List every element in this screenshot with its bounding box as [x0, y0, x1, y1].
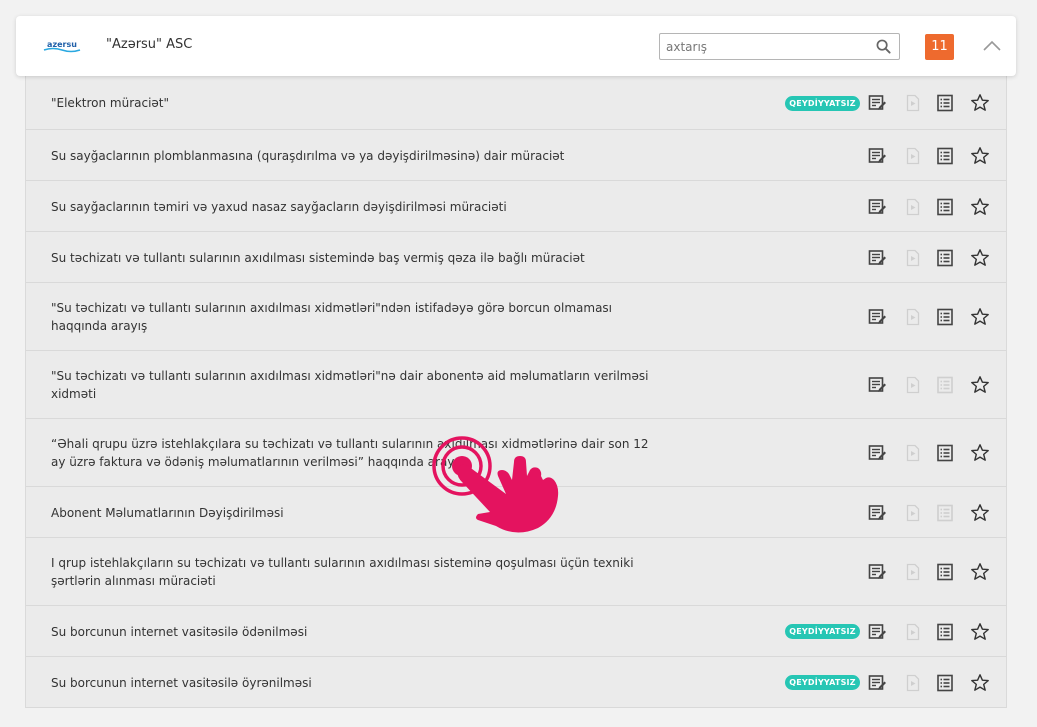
service-row[interactable]: Su sayğaclarının təmiri və yaxud nasaz s… — [26, 181, 1006, 232]
service-title[interactable]: "Su təchizatı və tullantı sularının axıd… — [51, 299, 651, 335]
application-form-icon[interactable] — [867, 562, 887, 582]
video-guide-icon — [903, 562, 923, 582]
video-guide-icon — [903, 307, 923, 327]
service-list: "Elektron müraciət" QEYDİYYATSIZ Su sayğac… — [25, 76, 1007, 708]
video-guide-icon — [903, 146, 923, 166]
service-row[interactable]: Su sayğaclarının plomblanmasına (quraşdı… — [26, 130, 1006, 181]
favorite-star-icon[interactable] — [970, 673, 990, 693]
organization-header: azersu "Azərsu" ASC 11 — [16, 16, 1016, 76]
unregistered-badge: QEYDİYYATSIZ — [785, 675, 860, 690]
favorite-star-icon[interactable] — [970, 248, 990, 268]
service-title[interactable]: Su borcunun internet vasitəsilə ödənilmə… — [51, 623, 651, 641]
details-list-icon[interactable] — [935, 443, 955, 463]
unregistered-badge: QEYDİYYATSIZ — [785, 624, 860, 639]
application-form-icon[interactable] — [867, 146, 887, 166]
favorite-star-icon[interactable] — [970, 503, 990, 523]
details-list-icon[interactable] — [935, 93, 955, 113]
details-list-icon[interactable] — [935, 248, 955, 268]
application-form-icon[interactable] — [867, 375, 887, 395]
search-icon[interactable] — [876, 39, 891, 54]
application-form-icon[interactable] — [867, 673, 887, 693]
service-row[interactable]: Su borcunun internet vasitəsilə öyrənilm… — [26, 657, 1006, 708]
service-row[interactable]: "Elektron müraciət" QEYDİYYATSIZ — [26, 76, 1006, 130]
chevron-up-icon[interactable] — [982, 38, 1002, 52]
application-form-icon[interactable] — [867, 93, 887, 113]
application-form-icon[interactable] — [867, 307, 887, 327]
video-guide-icon — [903, 503, 923, 523]
details-list-icon — [935, 503, 955, 523]
details-list-icon[interactable] — [935, 146, 955, 166]
service-row[interactable]: I qrup istehlakçıların su təchizatı və t… — [26, 538, 1006, 606]
organization-name: "Azərsu" ASC — [106, 37, 193, 52]
favorite-star-icon[interactable] — [970, 146, 990, 166]
application-form-icon[interactable] — [867, 443, 887, 463]
details-list-icon[interactable] — [935, 197, 955, 217]
video-guide-icon — [903, 375, 923, 395]
application-form-icon[interactable] — [867, 197, 887, 217]
service-title[interactable]: Abonent Məlumatlarının Dəyişdirilməsi — [51, 504, 651, 522]
details-list-icon — [935, 375, 955, 395]
service-count-badge: 11 — [925, 34, 954, 60]
service-title[interactable]: “Əhali qrupu üzrə istehlakçılara su təch… — [51, 435, 651, 471]
details-list-icon[interactable] — [935, 562, 955, 582]
service-row[interactable]: Su təchizatı və tullantı sularının axıdı… — [26, 232, 1006, 283]
service-title[interactable]: "Elektron müraciət" — [51, 94, 651, 112]
favorite-star-icon[interactable] — [970, 622, 990, 642]
details-list-icon[interactable] — [935, 622, 955, 642]
favorite-star-icon[interactable] — [970, 197, 990, 217]
azersu-logo: azersu — [43, 40, 81, 53]
favorite-star-icon[interactable] — [970, 93, 990, 113]
application-form-icon[interactable] — [867, 503, 887, 523]
unregistered-badge: QEYDİYYATSIZ — [785, 95, 860, 111]
favorite-star-icon[interactable] — [970, 562, 990, 582]
service-title[interactable]: Su borcunun internet vasitəsilə öyrənilm… — [51, 674, 651, 692]
service-row[interactable]: "Su təchizatı və tullantı sularının axıd… — [26, 283, 1006, 351]
service-title[interactable]: Su sayğaclarının plomblanmasına (quraşdı… — [51, 147, 651, 165]
service-title[interactable]: Su sayğaclarının təmiri və yaxud nasaz s… — [51, 198, 651, 216]
application-form-icon[interactable] — [867, 248, 887, 268]
video-guide-icon — [903, 248, 923, 268]
service-row[interactable]: "Su təchizatı və tullantı sularının axıd… — [26, 351, 1006, 419]
video-guide-icon — [903, 622, 923, 642]
service-row[interactable]: Abonent Məlumatlarının Dəyişdirilməsi — [26, 487, 1006, 538]
details-list-icon[interactable] — [935, 673, 955, 693]
service-row[interactable]: Su borcunun internet vasitəsilə ödənilmə… — [26, 606, 1006, 657]
favorite-star-icon[interactable] — [970, 443, 990, 463]
service-title[interactable]: Su təchizatı və tullantı sularının axıdı… — [51, 249, 651, 267]
service-title[interactable]: I qrup istehlakçıların su təchizatı və t… — [51, 554, 651, 590]
favorite-star-icon[interactable] — [970, 375, 990, 395]
service-row[interactable]: “Əhali qrupu üzrə istehlakçılara su təch… — [26, 419, 1006, 487]
search-input[interactable] — [660, 34, 868, 59]
service-title[interactable]: "Su təchizatı və tullantı sularının axıd… — [51, 367, 651, 403]
video-guide-icon — [903, 673, 923, 693]
video-guide-icon — [903, 443, 923, 463]
logo-text: azersu — [47, 40, 77, 49]
search-box[interactable] — [659, 33, 900, 60]
favorite-star-icon[interactable] — [970, 307, 990, 327]
video-guide-icon — [903, 197, 923, 217]
video-guide-icon — [903, 93, 923, 113]
details-list-icon[interactable] — [935, 307, 955, 327]
application-form-icon[interactable] — [867, 622, 887, 642]
